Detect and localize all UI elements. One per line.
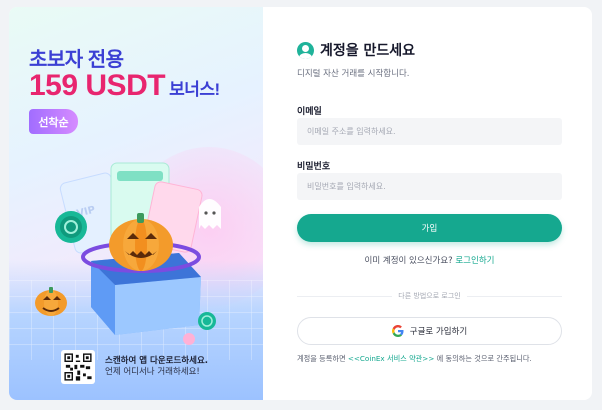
signup-form: 계정을 만드세요 디지털 자산 거래를 시작합니다. 이메일 비밀번호 가입 이… — [263, 7, 592, 400]
app-download-text: 스캔하여 앱 다운로드하세요. 언제 어디서나 거래하세요! — [105, 356, 208, 379]
terms-suffix: 에 동의하는 것으로 간주됩니다. — [434, 354, 532, 363]
password-label: 비밀번호 — [297, 162, 331, 172]
user-avatar-icon — [297, 41, 314, 59]
title-row: 계정을 만드세요 — [297, 40, 415, 60]
page-title: 계정을 만드세요 — [320, 43, 416, 59]
app-download-subtitle: 언제 어디서나 거래하세요! — [105, 367, 200, 377]
terms-prefix: 계정을 등록하면 — [297, 354, 348, 363]
signup-button[interactable]: 가입 — [297, 214, 562, 242]
promo-title: 초보자 전용 — [29, 49, 124, 71]
divider-text: 다른 방법으로 로그인 — [398, 292, 461, 300]
promo-amount: 159 USDT 보너스! — [29, 69, 220, 103]
email-field[interactable] — [297, 118, 562, 145]
pumpkin-illustration: VIP — [35, 162, 221, 345]
login-prompt-row: 이미 계정이 있으신가요? 로그인하기 — [297, 254, 562, 266]
signup-card: 초보자 전용 159 USDT 보너스! 선착순 VIP 스캔하여 앱 다운로드… — [9, 7, 592, 400]
promo-amount-value: 159 USDT — [29, 69, 166, 102]
email-label: 이메일 — [297, 107, 322, 117]
app-download-title: 스캔하여 앱 다운로드하세요. — [105, 355, 208, 366]
login-prompt-text: 이미 계정이 있으신가요? — [364, 256, 453, 266]
google-icon — [391, 325, 404, 337]
google-signup-label: 구글로 가입하기 — [409, 327, 468, 337]
divider-line-left — [297, 295, 393, 297]
first-come-badge: 선착순 — [29, 109, 78, 134]
login-link[interactable]: 로그인하기 — [455, 256, 494, 266]
terms-text: 계정을 등록하면 <<CoinEx 서비스 약관>> 에 동의하는 것으로 간주… — [297, 354, 532, 364]
alt-login-divider: 다른 방법으로 로그인 — [297, 291, 563, 301]
divider-line-right — [466, 295, 563, 297]
page-subtitle: 디지털 자산 거래를 시작합니다. — [297, 69, 410, 79]
app-download-area: 스캔하여 앱 다운로드하세요. 언제 어디서나 거래하세요! — [61, 350, 208, 384]
promo-panel: 초보자 전용 159 USDT 보너스! 선착순 VIP 스캔하여 앱 다운로드… — [9, 7, 263, 400]
google-signup-button[interactable]: 구글로 가입하기 — [297, 317, 562, 345]
promo-amount-suffix: 보너스! — [169, 80, 220, 99]
password-field[interactable] — [297, 173, 562, 200]
terms-link[interactable]: <<CoinEx 서비스 약관>> — [348, 354, 435, 363]
qr-code[interactable] — [61, 350, 95, 384]
